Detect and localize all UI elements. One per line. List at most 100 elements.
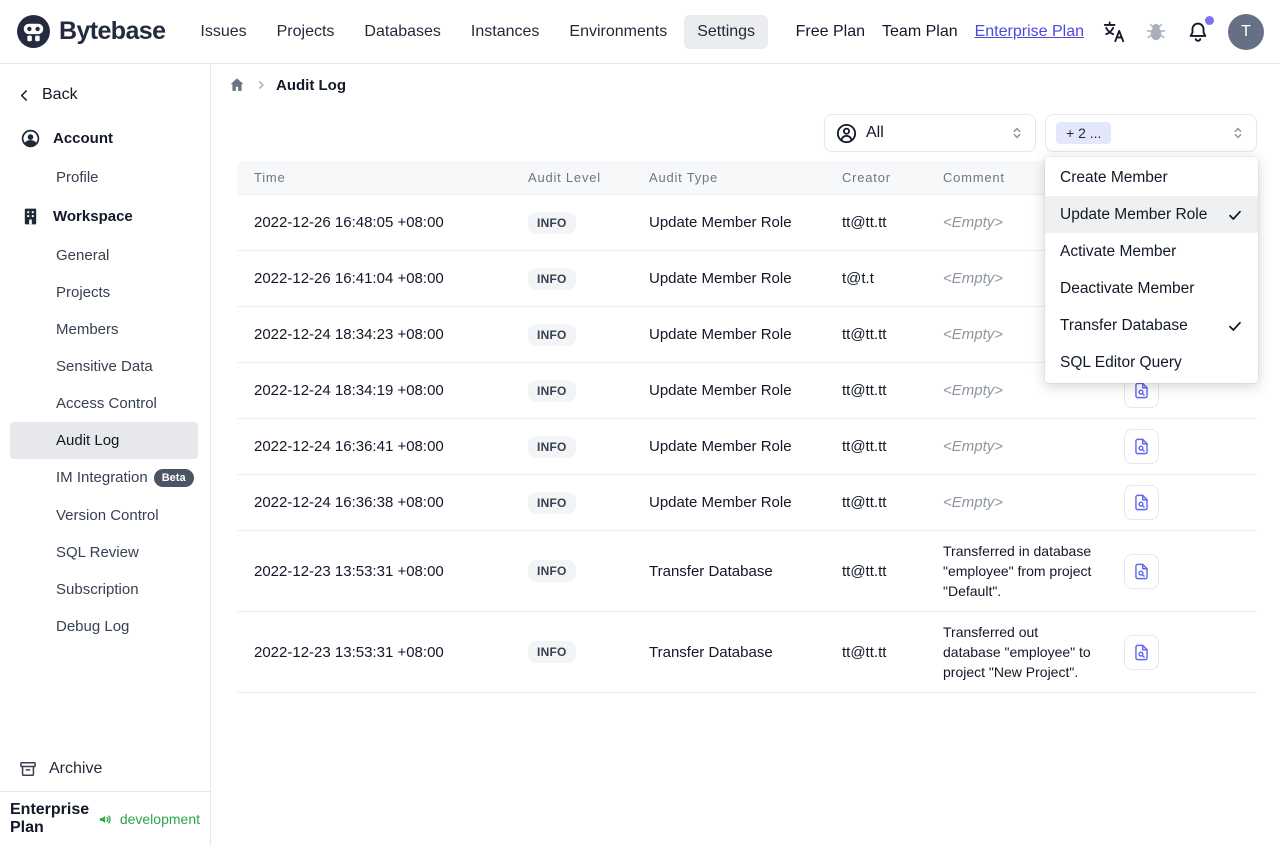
table-row: 2022-12-24 16:36:41 +08:00 INFO Update M… xyxy=(237,418,1257,475)
table-row: 2022-12-23 13:53:31 +08:00 INFO Transfer… xyxy=(237,530,1257,612)
bytebase-logo[interactable]: Bytebase xyxy=(16,14,166,49)
cell-creator: tt@tt.tt xyxy=(825,530,926,612)
sidebar-item-general[interactable]: General xyxy=(0,237,210,274)
sidebar-item-audit-log[interactable]: Audit Log xyxy=(10,422,198,459)
cell-level: INFO xyxy=(511,611,632,693)
cell-type: Update Member Role xyxy=(632,250,825,307)
cell-comment: <Empty> xyxy=(926,474,1107,531)
cell-type: Update Member Role xyxy=(632,194,825,251)
info-level-badge: INFO xyxy=(528,435,576,458)
info-level-badge: INFO xyxy=(528,267,576,290)
menu-item-create-member[interactable]: Create Member xyxy=(1045,159,1258,196)
column-header-creator: Creator xyxy=(825,161,926,195)
beta-badge: Beta xyxy=(153,469,194,487)
sidebar-item-im-integration[interactable]: IM Integration Beta xyxy=(0,459,210,497)
settings-sidebar: Back Account Profile Workspace General P… xyxy=(0,64,211,846)
table-row: 2022-12-23 13:53:31 +08:00 INFO Transfer… xyxy=(237,611,1257,693)
sidebar-item-members[interactable]: Members xyxy=(0,311,210,348)
check-icon xyxy=(1227,207,1243,223)
cell-time: 2022-12-24 16:36:41 +08:00 xyxy=(237,418,511,475)
view-detail-button[interactable] xyxy=(1124,553,1159,589)
notification-badge xyxy=(1205,15,1214,25)
cell-actions xyxy=(1107,611,1257,693)
filter-toolbar: All + 2 ... xyxy=(211,104,1280,152)
nav-instances[interactable]: Instances xyxy=(458,15,552,49)
top-navbar: Bytebase Issues Projects Databases Insta… xyxy=(0,0,1280,64)
cell-creator: tt@tt.tt xyxy=(825,306,926,363)
cell-comment: <Empty> xyxy=(926,418,1107,475)
sidebar-bottom: Archive Enterprise Plan development xyxy=(0,747,210,846)
nav-issues[interactable]: Issues xyxy=(187,15,259,49)
sidebar-item-profile[interactable]: Profile xyxy=(0,159,210,196)
cell-creator: tt@tt.tt xyxy=(825,194,926,251)
creator-filter-select[interactable]: All xyxy=(824,114,1036,152)
view-detail-button[interactable] xyxy=(1124,634,1159,670)
cell-level: INFO xyxy=(511,306,632,363)
document-search-icon xyxy=(1135,563,1148,579)
archive-icon xyxy=(18,759,38,779)
nav-projects[interactable]: Projects xyxy=(264,15,348,49)
cell-time: 2022-12-23 13:53:31 +08:00 xyxy=(237,611,511,693)
building-icon xyxy=(20,206,41,227)
column-header-audit-level: Audit Level xyxy=(511,161,632,195)
type-filter-count-pill: + 2 ... xyxy=(1056,122,1112,144)
sidebar-item-sql-review[interactable]: SQL Review xyxy=(0,534,210,571)
cell-comment: Transferred in database "employee" from … xyxy=(926,530,1107,612)
nav-environments[interactable]: Environments xyxy=(556,15,680,49)
cell-time: 2022-12-24 18:34:19 +08:00 xyxy=(237,362,511,419)
current-plan-label: Enterprise Plan xyxy=(10,801,90,836)
cell-type: Update Member Role xyxy=(632,474,825,531)
menu-item-deactivate-member[interactable]: Deactivate Member xyxy=(1045,270,1258,307)
free-plan-link[interactable]: Free Plan xyxy=(796,23,865,41)
view-detail-button[interactable] xyxy=(1124,485,1159,520)
cell-level: INFO xyxy=(511,530,632,612)
notification-bell-icon[interactable] xyxy=(1185,15,1214,45)
user-avatar[interactable]: T xyxy=(1228,13,1264,50)
team-plan-link[interactable]: Team Plan xyxy=(882,23,958,41)
cell-level: INFO xyxy=(511,362,632,419)
cell-type: Update Member Role xyxy=(632,362,825,419)
menu-item-sql-editor-query[interactable]: SQL Editor Query xyxy=(1045,344,1258,381)
cell-type: Transfer Database xyxy=(632,611,825,693)
enterprise-plan-link[interactable]: Enterprise Plan xyxy=(975,23,1084,41)
nav-databases[interactable]: Databases xyxy=(351,15,454,49)
sidebar-item-version-control[interactable]: Version Control xyxy=(0,497,210,534)
page-title: Audit Log xyxy=(276,76,346,94)
menu-item-transfer-database[interactable]: Transfer Database xyxy=(1045,307,1258,344)
archive-button[interactable]: Archive xyxy=(0,747,210,791)
translate-icon[interactable] xyxy=(1101,19,1127,45)
nav-settings[interactable]: Settings xyxy=(684,14,769,49)
cell-creator: tt@tt.tt xyxy=(825,362,926,419)
document-search-icon xyxy=(1135,382,1148,399)
sidebar-item-projects[interactable]: Projects xyxy=(0,274,210,311)
info-level-badge: INFO xyxy=(528,491,576,514)
bug-report-icon[interactable] xyxy=(1144,20,1168,44)
document-search-icon xyxy=(1135,644,1148,660)
plan-footer: Enterprise Plan development xyxy=(0,791,210,846)
sidebar-item-sensitive-data[interactable]: Sensitive Data xyxy=(0,348,210,385)
audit-type-filter-select[interactable]: + 2 ... xyxy=(1045,114,1257,152)
sidebar-item-debug-log[interactable]: Debug Log xyxy=(0,608,210,645)
cell-creator: tt@tt.tt xyxy=(825,418,926,475)
info-level-badge: INFO xyxy=(528,560,576,582)
breadcrumb: Audit Log xyxy=(211,64,1280,104)
cell-type: Update Member Role xyxy=(632,418,825,475)
page: Bytebase Issues Projects Databases Insta… xyxy=(0,0,1280,846)
menu-item-update-member-role[interactable]: Update Member Role xyxy=(1045,196,1258,233)
bytebase-wordmark: Bytebase xyxy=(59,17,166,45)
cell-actions xyxy=(1107,418,1257,475)
sidebar-item-subscription[interactable]: Subscription xyxy=(0,571,210,608)
document-search-icon xyxy=(1135,494,1148,511)
sidebar-item-access-control[interactable]: Access Control xyxy=(0,385,210,422)
check-icon xyxy=(1227,318,1243,334)
back-button[interactable]: Back xyxy=(0,78,210,118)
main-nav: Issues Projects Databases Instances Envi… xyxy=(187,14,769,49)
cell-time: 2022-12-26 16:41:04 +08:00 xyxy=(237,250,511,307)
view-detail-button[interactable] xyxy=(1124,429,1159,464)
updown-chevrons-icon xyxy=(1009,125,1025,141)
environment-label: development xyxy=(119,811,200,827)
audit-type-dropdown-menu: Create Member Update Member Role Activat… xyxy=(1045,157,1258,383)
menu-item-activate-member[interactable]: Activate Member xyxy=(1045,233,1258,270)
home-icon[interactable] xyxy=(228,76,246,94)
user-circle-icon xyxy=(20,128,41,149)
